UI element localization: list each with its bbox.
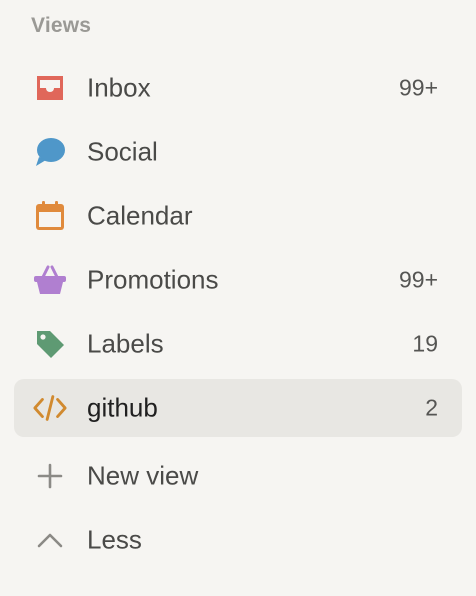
- calendar-icon: [32, 198, 68, 234]
- nav-item-label: Promotions: [87, 264, 219, 295]
- nav-item-labels[interactable]: Labels 19: [14, 315, 462, 373]
- nav-item-calendar[interactable]: Calendar: [14, 187, 462, 245]
- nav-item-label: Calendar: [87, 200, 193, 231]
- nav-item-label: Less: [87, 524, 142, 555]
- tag-icon: [32, 326, 68, 362]
- section-title: Views: [31, 14, 92, 37]
- nav-item-inbox[interactable]: Inbox 99+: [14, 59, 462, 117]
- unread-count: 99+: [398, 74, 438, 101]
- code-icon: [32, 390, 68, 426]
- nav-item-label: Social: [87, 136, 158, 167]
- nav-item-label: Inbox: [87, 72, 151, 103]
- unread-count: 2: [425, 394, 438, 421]
- show-less-button[interactable]: Less: [14, 511, 462, 569]
- nav-item-label: github: [87, 392, 158, 423]
- unread-count: 99+: [398, 266, 438, 293]
- speech-bubble-icon: [32, 134, 68, 170]
- inbox-icon: [32, 70, 68, 106]
- basket-icon: [32, 262, 68, 298]
- nav-item-promotions[interactable]: Promotions 99+: [14, 251, 462, 309]
- chevron-up-icon: [32, 522, 68, 558]
- nav-item-social[interactable]: Social: [14, 123, 462, 181]
- nav-item-label: Labels: [87, 328, 164, 359]
- plus-icon: [32, 458, 68, 494]
- views-panel: Views Inbox 99+ Social Calendar Promotio…: [0, 0, 476, 596]
- new-view-button[interactable]: New view: [14, 447, 462, 505]
- nav-item-github[interactable]: github 2: [14, 379, 462, 437]
- nav-item-label: New view: [87, 460, 199, 491]
- unread-count: 19: [412, 330, 438, 357]
